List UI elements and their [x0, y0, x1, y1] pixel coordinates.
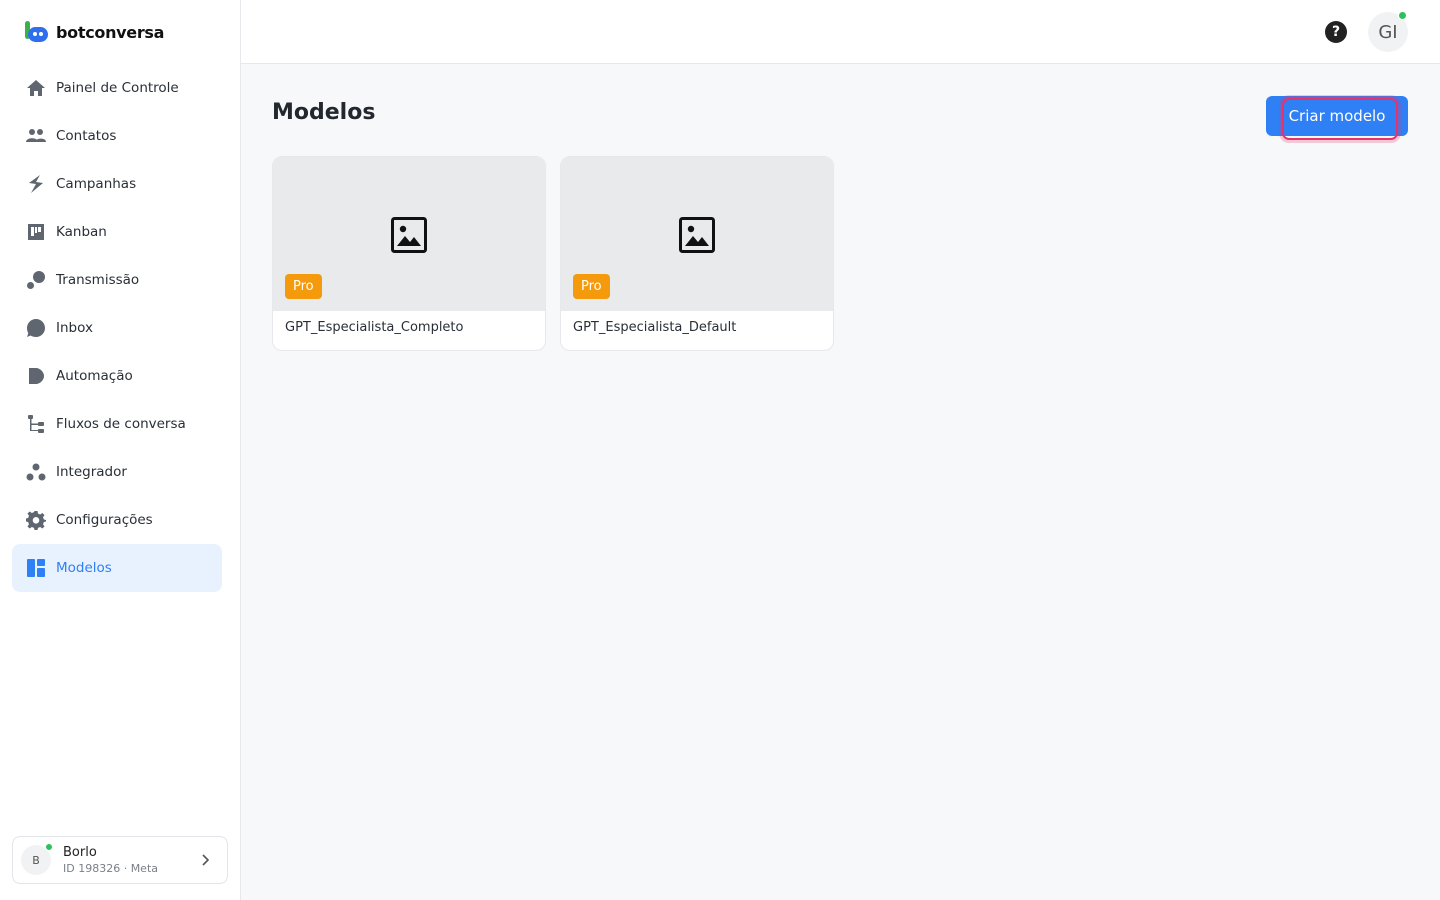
model-card[interactable]: Pro GPT_Especialista_Completo — [272, 156, 546, 351]
sidebar-item-label: Automação — [56, 368, 133, 384]
help-icon[interactable]: ? — [1325, 21, 1347, 43]
user-initials: GI — [1378, 21, 1398, 43]
model-name: GPT_Especialista_Completo — [285, 320, 464, 335]
sidebar-item-automacao[interactable]: Automação — [12, 352, 222, 400]
user-avatar[interactable]: GI — [1368, 11, 1408, 52]
sidebar-item-label: Integrador — [56, 464, 127, 480]
sidebar-item-integrador[interactable]: Integrador — [12, 448, 222, 496]
sidebar-item-kanban[interactable]: Kanban — [12, 208, 222, 256]
sidebar-item-fluxos-de-conversa[interactable]: Fluxos de conversa — [12, 400, 222, 448]
sidebar-item-configuracoes[interactable]: Configurações — [12, 496, 222, 544]
top-bar: ? GI — [241, 0, 1440, 64]
sidebar-item-campanhas[interactable]: Campanhas — [12, 160, 222, 208]
sidebar-item-label: Painel de Controle — [56, 80, 179, 96]
contacts-icon — [24, 124, 48, 148]
account-name: Borlo — [63, 845, 97, 860]
account-avatar: B — [21, 843, 53, 875]
account-switcher[interactable]: B Borlo ID 198326 · Meta — [12, 836, 228, 884]
templates-icon — [24, 556, 48, 580]
botconversa-logo-icon — [24, 20, 48, 44]
sidebar: botconversa Painel de Controle Contatos … — [0, 0, 241, 900]
brand-name: botconversa — [56, 22, 165, 42]
sidebar-item-label: Inbox — [56, 320, 93, 336]
page-title: Modelos — [272, 100, 376, 125]
kanban-icon — [24, 220, 48, 244]
integrator-icon — [24, 460, 48, 484]
model-card[interactable]: Pro GPT_Especialista_Default — [560, 156, 834, 351]
sidebar-item-label: Configurações — [56, 512, 153, 528]
home-icon — [24, 76, 48, 100]
create-model-button[interactable]: Criar modelo — [1266, 96, 1408, 140]
brand-logo[interactable]: botconversa — [24, 20, 164, 44]
sidebar-item-transmissao[interactable]: Transmissão — [12, 256, 222, 304]
sidebar-item-painel-de-controle[interactable]: Painel de Controle — [12, 64, 222, 112]
pro-badge: Pro — [573, 274, 610, 299]
sidebar-item-modelos[interactable]: Modelos — [12, 544, 222, 592]
chat-bubble-icon — [24, 316, 48, 340]
model-name: GPT_Especialista_Default — [573, 320, 737, 335]
model-thumbnail: Pro — [561, 157, 833, 311]
sidebar-item-label: Fluxos de conversa — [56, 416, 186, 432]
pro-badge: Pro — [285, 274, 322, 299]
sidebar-item-label: Contatos — [56, 128, 117, 144]
online-status-dot — [1398, 11, 1407, 20]
account-id: ID 198326 · Meta — [63, 862, 159, 875]
sidebar-item-contatos[interactable]: Contatos — [12, 112, 222, 160]
account-initial: B — [32, 853, 40, 867]
chevron-right-icon — [202, 854, 210, 866]
create-model-label: Criar modelo — [1288, 107, 1386, 125]
sidebar-item-label: Modelos — [56, 560, 112, 576]
image-placeholder-icon — [391, 217, 427, 253]
gear-icon — [24, 508, 48, 532]
online-status-dot — [45, 843, 53, 851]
sidebar-nav: Painel de Controle Contatos Campanhas Ka… — [12, 64, 222, 592]
campaigns-icon — [24, 172, 48, 196]
automation-icon — [24, 364, 48, 388]
sidebar-item-inbox[interactable]: Inbox — [12, 304, 222, 352]
image-placeholder-icon — [679, 217, 715, 253]
flows-icon — [24, 412, 48, 436]
sidebar-item-label: Campanhas — [56, 176, 137, 192]
sidebar-item-label: Kanban — [56, 224, 107, 240]
sidebar-item-label: Transmissão — [56, 272, 140, 288]
model-thumbnail: Pro — [273, 157, 545, 311]
broadcast-icon — [24, 268, 48, 292]
